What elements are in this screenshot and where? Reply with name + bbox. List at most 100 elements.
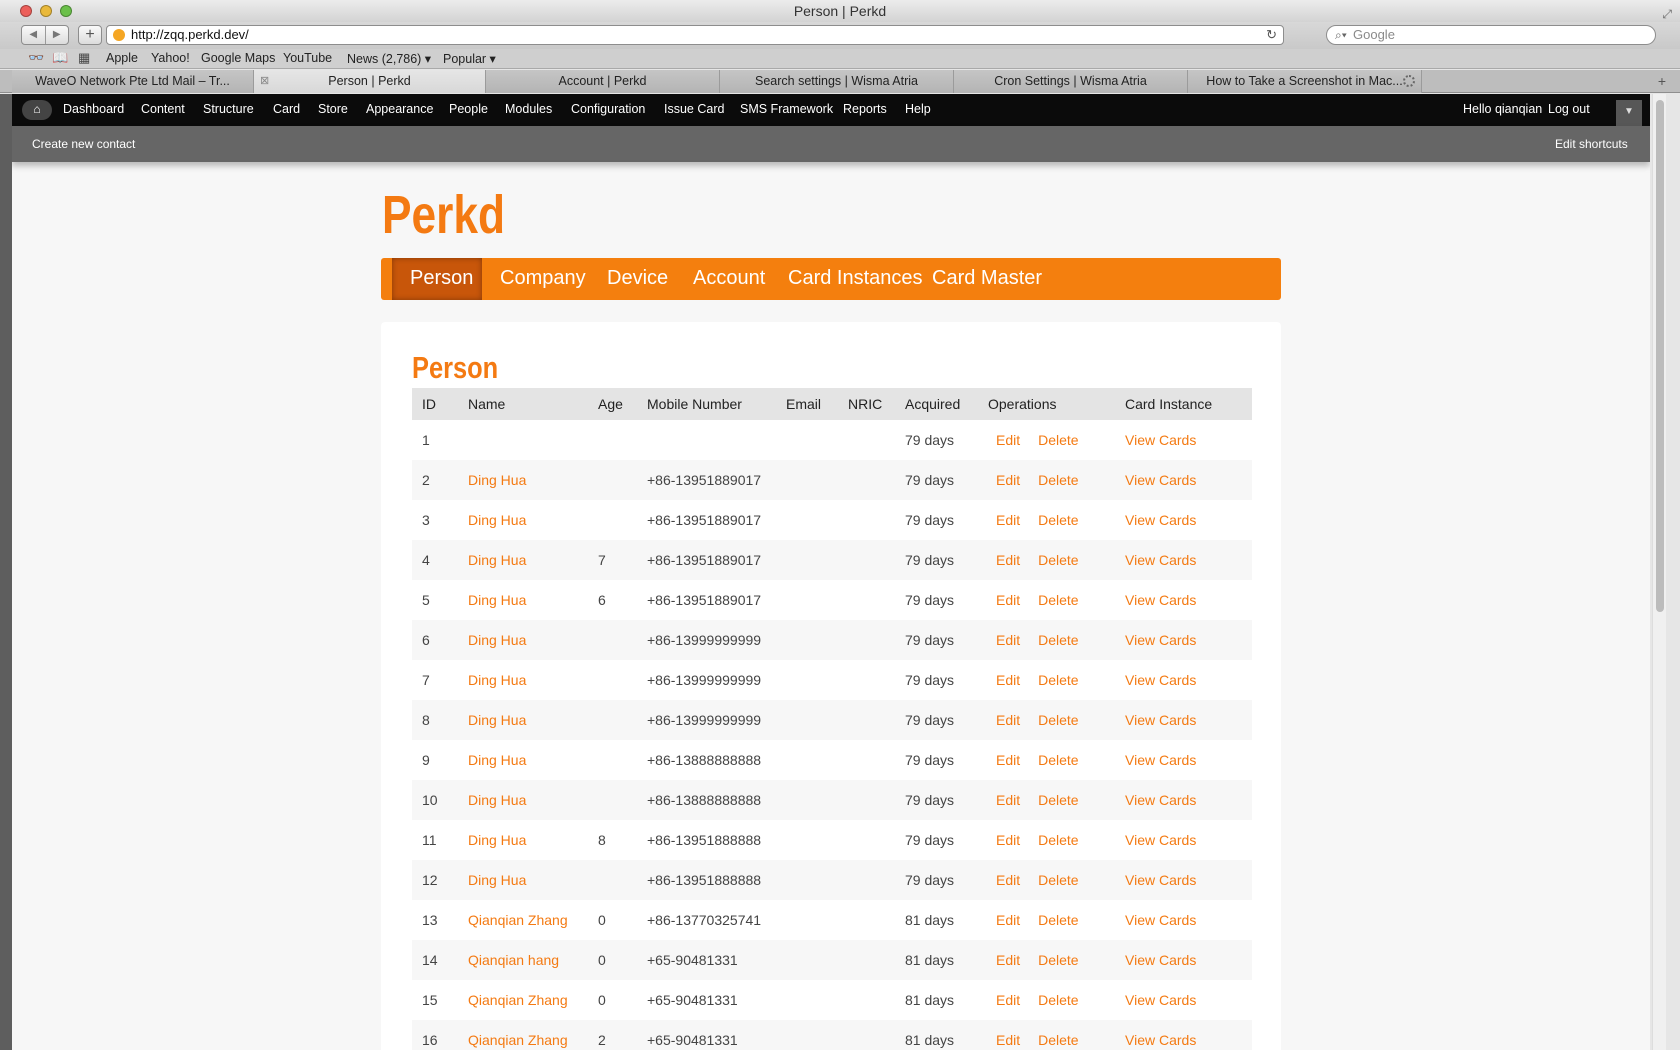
- delete-link[interactable]: Delete: [1038, 552, 1078, 568]
- nav-card-master[interactable]: Card Master: [932, 258, 1042, 300]
- cell-name-link[interactable]: Ding Hua: [458, 460, 588, 500]
- edit-link[interactable]: Edit: [996, 552, 1020, 568]
- col-mobile[interactable]: Mobile Number: [637, 388, 776, 420]
- bookmark-yahoo[interactable]: Yahoo!: [151, 51, 190, 65]
- delete-link[interactable]: Delete: [1038, 912, 1078, 928]
- cell-name-link[interactable]: Ding Hua: [458, 660, 588, 700]
- admin-menu-modules[interactable]: Modules: [505, 102, 552, 116]
- edit-link[interactable]: Edit: [996, 872, 1020, 888]
- admin-menu-people[interactable]: People: [449, 102, 488, 116]
- edit-link[interactable]: Edit: [996, 472, 1020, 488]
- edit-link[interactable]: Edit: [996, 1032, 1020, 1048]
- zoom-window-button[interactable]: [60, 5, 72, 17]
- admin-menu-issue-card[interactable]: Issue Card: [664, 102, 724, 116]
- shortcuts-toggle-icon[interactable]: ▼: [1616, 100, 1642, 126]
- col-name[interactable]: Name: [458, 388, 588, 420]
- cell-name-link[interactable]: Ding Hua: [458, 620, 588, 660]
- col-acquired[interactable]: Acquired: [895, 388, 978, 420]
- admin-menu-structure[interactable]: Structure: [203, 102, 254, 116]
- delete-link[interactable]: Delete: [1038, 1032, 1078, 1048]
- view-cards-link[interactable]: View Cards: [1115, 740, 1252, 780]
- tab-account-perkd[interactable]: Account | Perkd: [486, 70, 720, 93]
- edit-link[interactable]: Edit: [996, 432, 1020, 448]
- vertical-scrollbar[interactable]: [1652, 94, 1666, 1050]
- minimize-window-button[interactable]: [40, 5, 52, 17]
- view-cards-link[interactable]: View Cards: [1115, 500, 1252, 540]
- edit-link[interactable]: Edit: [996, 912, 1020, 928]
- close-tab-icon[interactable]: ⊠: [260, 70, 269, 92]
- cell-name-link[interactable]: Ding Hua: [458, 540, 588, 580]
- cell-name-link[interactable]: Ding Hua: [458, 860, 588, 900]
- view-cards-link[interactable]: View Cards: [1115, 1020, 1252, 1050]
- admin-menu-reports[interactable]: Reports: [843, 102, 887, 116]
- edit-link[interactable]: Edit: [996, 792, 1020, 808]
- col-email[interactable]: Email: [776, 388, 838, 420]
- admin-menu-configuration[interactable]: Configuration: [571, 102, 645, 116]
- cell-name-link[interactable]: Ding Hua: [458, 700, 588, 740]
- scrollbar-thumb[interactable]: [1656, 100, 1664, 612]
- logout-link[interactable]: Log out: [1548, 102, 1590, 116]
- edit-link[interactable]: Edit: [996, 712, 1020, 728]
- add-bookmark-button[interactable]: +: [78, 25, 102, 45]
- admin-menu-dashboard[interactable]: Dashboard: [63, 102, 124, 116]
- bookmarks-book-icon[interactable]: 📖: [52, 50, 68, 66]
- edit-link[interactable]: Edit: [996, 752, 1020, 768]
- delete-link[interactable]: Delete: [1038, 632, 1078, 648]
- edit-link[interactable]: Edit: [996, 672, 1020, 688]
- delete-link[interactable]: Delete: [1038, 432, 1078, 448]
- view-cards-link[interactable]: View Cards: [1115, 980, 1252, 1020]
- nav-person[interactable]: Person: [392, 258, 482, 300]
- cell-name-link[interactable]: Ding Hua: [458, 500, 588, 540]
- new-tab-icon[interactable]: +: [1658, 70, 1666, 92]
- top-sites-grid-icon[interactable]: ▦: [78, 50, 90, 66]
- tab-cron-settings[interactable]: Cron Settings | Wisma Atria: [954, 70, 1188, 93]
- col-nric[interactable]: NRIC: [838, 388, 895, 420]
- site-logo[interactable]: Perkd: [382, 184, 505, 246]
- nav-account[interactable]: Account: [693, 258, 765, 300]
- bookmark-youtube[interactable]: YouTube: [283, 51, 332, 65]
- close-window-button[interactable]: [20, 5, 32, 17]
- admin-menu-content[interactable]: Content: [141, 102, 185, 116]
- view-cards-link[interactable]: View Cards: [1115, 780, 1252, 820]
- edit-link[interactable]: Edit: [996, 992, 1020, 1008]
- cell-name-link[interactable]: Qianqian Zhang: [458, 980, 588, 1020]
- delete-link[interactable]: Delete: [1038, 712, 1078, 728]
- home-icon[interactable]: ⌂: [22, 100, 52, 120]
- cell-name-link[interactable]: Qianqian Zhang: [458, 900, 588, 940]
- admin-menu-store[interactable]: Store: [318, 102, 348, 116]
- tab-waveo-mail[interactable]: WaveO Network Pte Ltd Mail – Tr...: [12, 70, 254, 93]
- delete-link[interactable]: Delete: [1038, 792, 1078, 808]
- view-cards-link[interactable]: View Cards: [1115, 580, 1252, 620]
- view-cards-link[interactable]: View Cards: [1115, 900, 1252, 940]
- view-cards-link[interactable]: View Cards: [1115, 420, 1252, 460]
- delete-link[interactable]: Delete: [1038, 472, 1078, 488]
- user-greeting[interactable]: Hello qianqian: [1463, 102, 1542, 116]
- cell-name-link[interactable]: Qianqian Zhang: [458, 1020, 588, 1050]
- create-new-contact-link[interactable]: Create new contact: [32, 137, 135, 151]
- bookmark-news[interactable]: News (2,786) ▾: [347, 51, 431, 66]
- delete-link[interactable]: Delete: [1038, 752, 1078, 768]
- cell-name-link[interactable]: Ding Hua: [458, 780, 588, 820]
- delete-link[interactable]: Delete: [1038, 992, 1078, 1008]
- delete-link[interactable]: Delete: [1038, 872, 1078, 888]
- admin-menu-appearance[interactable]: Appearance: [366, 102, 433, 116]
- edit-shortcuts-link[interactable]: Edit shortcuts: [1555, 137, 1628, 151]
- view-cards-link[interactable]: View Cards: [1115, 620, 1252, 660]
- nav-company[interactable]: Company: [500, 258, 586, 300]
- nav-card-instances[interactable]: Card Instances: [788, 258, 923, 300]
- cell-name-link[interactable]: Ding Hua: [458, 580, 588, 620]
- tab-person-perkd[interactable]: ⊠ Person | Perkd: [254, 70, 486, 93]
- delete-link[interactable]: Delete: [1038, 592, 1078, 608]
- col-id[interactable]: ID: [412, 388, 458, 420]
- search-field[interactable]: ⌕▾ Google: [1326, 25, 1656, 45]
- bookmark-apple[interactable]: Apple: [106, 51, 138, 65]
- edit-link[interactable]: Edit: [996, 632, 1020, 648]
- delete-link[interactable]: Delete: [1038, 672, 1078, 688]
- tab-screenshot-mac[interactable]: How to Take a Screenshot in Mac...: [1188, 70, 1422, 93]
- edit-link[interactable]: Edit: [996, 512, 1020, 528]
- delete-link[interactable]: Delete: [1038, 512, 1078, 528]
- cell-name-link[interactable]: [458, 420, 588, 460]
- view-cards-link[interactable]: View Cards: [1115, 700, 1252, 740]
- edit-link[interactable]: Edit: [996, 832, 1020, 848]
- view-cards-link[interactable]: View Cards: [1115, 460, 1252, 500]
